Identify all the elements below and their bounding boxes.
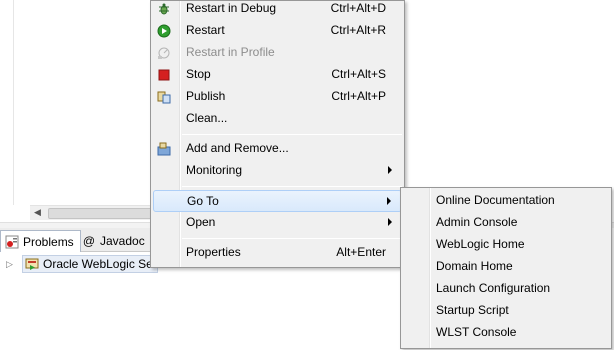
menu-item-label: Go To bbox=[187, 194, 219, 208]
debug-bug-icon bbox=[156, 1, 172, 17]
menu-item-label: Restart bbox=[186, 23, 225, 37]
submenu-item-domain-home[interactable]: Domain Home bbox=[403, 256, 609, 278]
submenu-item-weblogic-home[interactable]: WebLogic Home bbox=[403, 234, 609, 256]
submenu-item-label: Domain Home bbox=[436, 259, 513, 273]
menu-item-shortcut: Ctrl+Alt+R bbox=[330, 23, 386, 37]
submenu-item-online-documentation[interactable]: Online Documentation bbox=[403, 190, 609, 212]
menu-item-properties[interactable]: Properties Alt+Enter bbox=[153, 242, 402, 264]
server-name: Oracle WebLogic Se bbox=[43, 257, 153, 271]
menu-item-label: Add and Remove... bbox=[186, 141, 289, 155]
server-icon bbox=[25, 257, 39, 271]
submenu-item-label: Launch Configuration bbox=[436, 281, 551, 295]
menu-item-monitoring[interactable]: Monitoring bbox=[153, 160, 402, 182]
submenu-item-label: Startup Script bbox=[436, 303, 509, 317]
problems-icon bbox=[5, 235, 19, 249]
publish-icon bbox=[156, 89, 172, 105]
menu-item-shortcut: Ctrl+Alt+P bbox=[331, 89, 386, 103]
menu-item-go-to[interactable]: Go To bbox=[153, 190, 402, 212]
editor-gutter bbox=[0, 0, 14, 205]
menu-item-restart-in-profile[interactable]: Restart in Profile bbox=[153, 42, 402, 64]
scroll-left-icon[interactable]: ◀ bbox=[34, 208, 41, 218]
tab-javadoc-label: Javadoc bbox=[100, 234, 145, 248]
menu-item-restart[interactable]: Restart Ctrl+Alt+R bbox=[153, 20, 402, 42]
submenu-arrow-icon bbox=[388, 166, 392, 174]
tab-javadoc[interactable]: @ Javadoc bbox=[78, 230, 151, 252]
editor-text-area[interactable] bbox=[14, 0, 150, 205]
submenu-item-label: Online Documentation bbox=[436, 193, 555, 207]
submenu-item-label: WebLogic Home bbox=[436, 237, 525, 251]
scrollbar-thumb[interactable] bbox=[48, 208, 152, 219]
submenu-arrow-icon bbox=[387, 197, 391, 205]
menu-item-label: Clean... bbox=[186, 111, 228, 125]
submenu-item-label: WLST Console bbox=[436, 325, 517, 339]
menu-item-label: Monitoring bbox=[186, 163, 243, 177]
tab-problems[interactable]: Problems bbox=[0, 230, 81, 252]
menu-item-label: Publish bbox=[186, 89, 226, 103]
stop-icon bbox=[156, 67, 172, 83]
menu-item-clean[interactable]: Clean... bbox=[153, 108, 402, 130]
menu-item-publish[interactable]: Publish Ctrl+Alt+P bbox=[153, 86, 402, 108]
server-tree-row[interactable]: ▷ Oracle WebLogic Se bbox=[6, 254, 158, 274]
submenu-item-admin-console[interactable]: Admin Console bbox=[403, 212, 609, 234]
menu-item-shortcut: Alt+Enter bbox=[336, 245, 386, 259]
menu-item-stop[interactable]: Stop Ctrl+Alt+S bbox=[153, 64, 402, 86]
horizontal-scrollbar[interactable]: ◀ bbox=[30, 205, 152, 220]
menu-item-label: Stop bbox=[186, 67, 211, 81]
server-item[interactable]: Oracle WebLogic Se bbox=[22, 255, 158, 273]
menu-separator bbox=[182, 238, 402, 239]
run-icon bbox=[156, 23, 172, 39]
tab-problems-label: Problems bbox=[23, 234, 74, 249]
menu-item-shortcut: Ctrl+Alt+D bbox=[330, 1, 386, 15]
menu-item-restart-in-debug[interactable]: Restart in Debug Ctrl+Alt+D bbox=[153, 0, 402, 20]
submenu-item-startup-script[interactable]: Startup Script bbox=[403, 300, 609, 322]
menu-item-open[interactable]: Open bbox=[153, 212, 402, 234]
submenu-item-launch-configuration[interactable]: Launch Configuration bbox=[403, 278, 609, 300]
expand-arrow-icon[interactable]: ▷ bbox=[6, 259, 16, 270]
at-sign-icon: @ bbox=[82, 234, 96, 248]
profile-icon bbox=[156, 45, 172, 61]
menu-item-label: Restart in Profile bbox=[186, 45, 275, 59]
view-tab-bar: Problems @ Javadoc bbox=[0, 228, 160, 252]
menu-separator bbox=[182, 134, 402, 135]
server-context-menu: Restart in Debug Ctrl+Alt+D Restart Ctrl… bbox=[150, 0, 405, 268]
goto-submenu: Online Documentation Admin Console WebLo… bbox=[400, 187, 612, 349]
add-remove-icon bbox=[156, 141, 172, 157]
menu-item-label: Open bbox=[186, 215, 216, 229]
submenu-arrow-icon bbox=[388, 218, 392, 226]
menu-item-label: Properties bbox=[186, 245, 241, 259]
menu-item-add-and-remove[interactable]: Add and Remove... bbox=[153, 138, 402, 160]
menu-item-shortcut: Ctrl+Alt+S bbox=[331, 67, 386, 81]
submenu-item-wlst-console[interactable]: WLST Console bbox=[403, 322, 609, 344]
menu-separator bbox=[182, 186, 402, 187]
menu-item-label: Restart in Debug bbox=[186, 1, 277, 15]
submenu-item-label: Admin Console bbox=[436, 215, 518, 229]
